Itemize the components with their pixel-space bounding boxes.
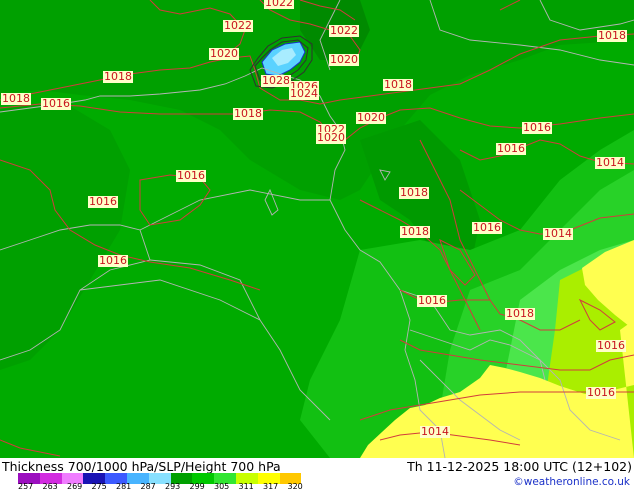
isobar-label: 1018 bbox=[383, 78, 413, 91]
isobar-label: 1018 bbox=[399, 186, 429, 199]
isobar-label: 1022 bbox=[329, 24, 359, 37]
isobar-label: 1014 bbox=[595, 156, 625, 169]
isobar-label: 1020 bbox=[356, 111, 386, 124]
isobar-label: 1020 bbox=[209, 47, 239, 60]
isobar-label: 1020 bbox=[329, 53, 359, 66]
isobar-label: 1016 bbox=[522, 121, 552, 134]
isobar-label: 1016 bbox=[496, 142, 526, 155]
isobar-label: 1016 bbox=[596, 339, 626, 352]
isobar-label: 1028 bbox=[261, 74, 291, 87]
isobar-label: 1016 bbox=[586, 386, 616, 399]
isobar-label: 1022 bbox=[264, 0, 294, 9]
map-title: Thickness 700/1000 hPa/SLP/Height 700 hP… bbox=[2, 459, 281, 474]
weather-map: 1022 1022 1022 1020 1020 1018 1018 1028 1026 1024… bbox=[0, 0, 634, 458]
isobar-label: 1020 bbox=[316, 131, 346, 144]
isobar-label: 1014 bbox=[420, 425, 450, 438]
isobar-label: 1016 bbox=[88, 195, 118, 208]
isobar-label: 1018 bbox=[597, 29, 627, 42]
isobar-label: 1022 bbox=[223, 19, 253, 32]
isobar-label: 1016 bbox=[472, 221, 502, 234]
isobar-label: 1018 bbox=[1, 92, 31, 105]
legend-footer: Thickness 700/1000 hPa/SLP/Height 700 hP… bbox=[0, 458, 634, 491]
valid-time: Th 11-12-2025 18:00 UTC (12+102) bbox=[407, 459, 632, 474]
isobar-label: 1014 bbox=[543, 227, 573, 240]
isobar-label: 1018 bbox=[103, 70, 133, 83]
isobar-label: 1016 bbox=[41, 97, 71, 110]
isobar-label: 1016 bbox=[176, 169, 206, 182]
isobar-label: 1024 bbox=[289, 87, 319, 100]
map-canvas bbox=[0, 0, 634, 458]
credit-link[interactable]: ©weatheronline.co.uk bbox=[513, 476, 630, 488]
isobar-label: 1018 bbox=[400, 225, 430, 238]
isobar-label: 1016 bbox=[98, 254, 128, 267]
isobar-label: 1018 bbox=[233, 107, 263, 120]
isobar-label: 1018 bbox=[505, 307, 535, 320]
isobar-label: 1016 bbox=[417, 294, 447, 307]
